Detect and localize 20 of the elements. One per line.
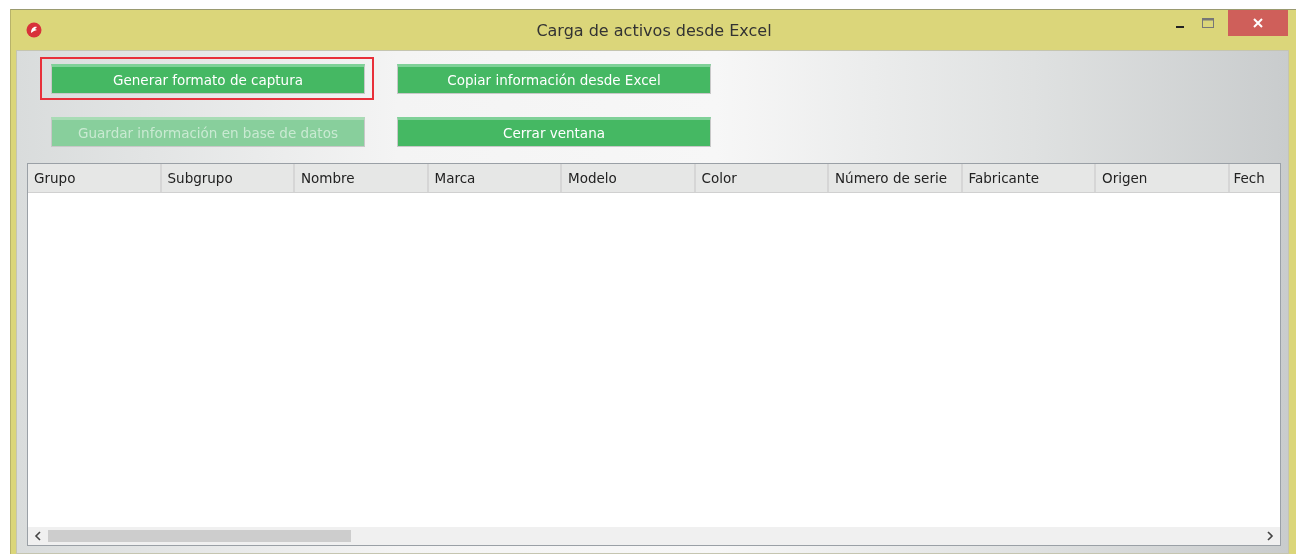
column-header[interactable]: Subgrupo xyxy=(161,164,295,192)
column-header[interactable]: Fech xyxy=(1229,164,1280,192)
window-title: Carga de activos desde Excel xyxy=(535,20,773,40)
minimize-icon xyxy=(1176,26,1184,28)
scroll-left-icon[interactable] xyxy=(34,531,42,541)
column-header[interactable]: Grupo xyxy=(28,164,162,192)
scrollbar-thumb[interactable] xyxy=(48,530,351,542)
app-icon xyxy=(26,22,42,38)
column-header[interactable]: Color xyxy=(695,164,829,192)
horizontal-scrollbar[interactable] xyxy=(28,527,1280,545)
column-header[interactable]: Número de serie xyxy=(829,164,963,192)
close-icon xyxy=(1253,18,1263,28)
column-header[interactable]: Marca xyxy=(428,164,562,192)
maximize-icon xyxy=(1202,18,1214,28)
close-button[interactable] xyxy=(1228,10,1288,36)
column-header[interactable]: Origen xyxy=(1096,164,1230,192)
column-header[interactable]: Nombre xyxy=(295,164,429,192)
column-header[interactable]: Modelo xyxy=(562,164,696,192)
column-header[interactable]: Fabricante xyxy=(962,164,1096,192)
scroll-right-icon[interactable] xyxy=(1266,531,1274,541)
